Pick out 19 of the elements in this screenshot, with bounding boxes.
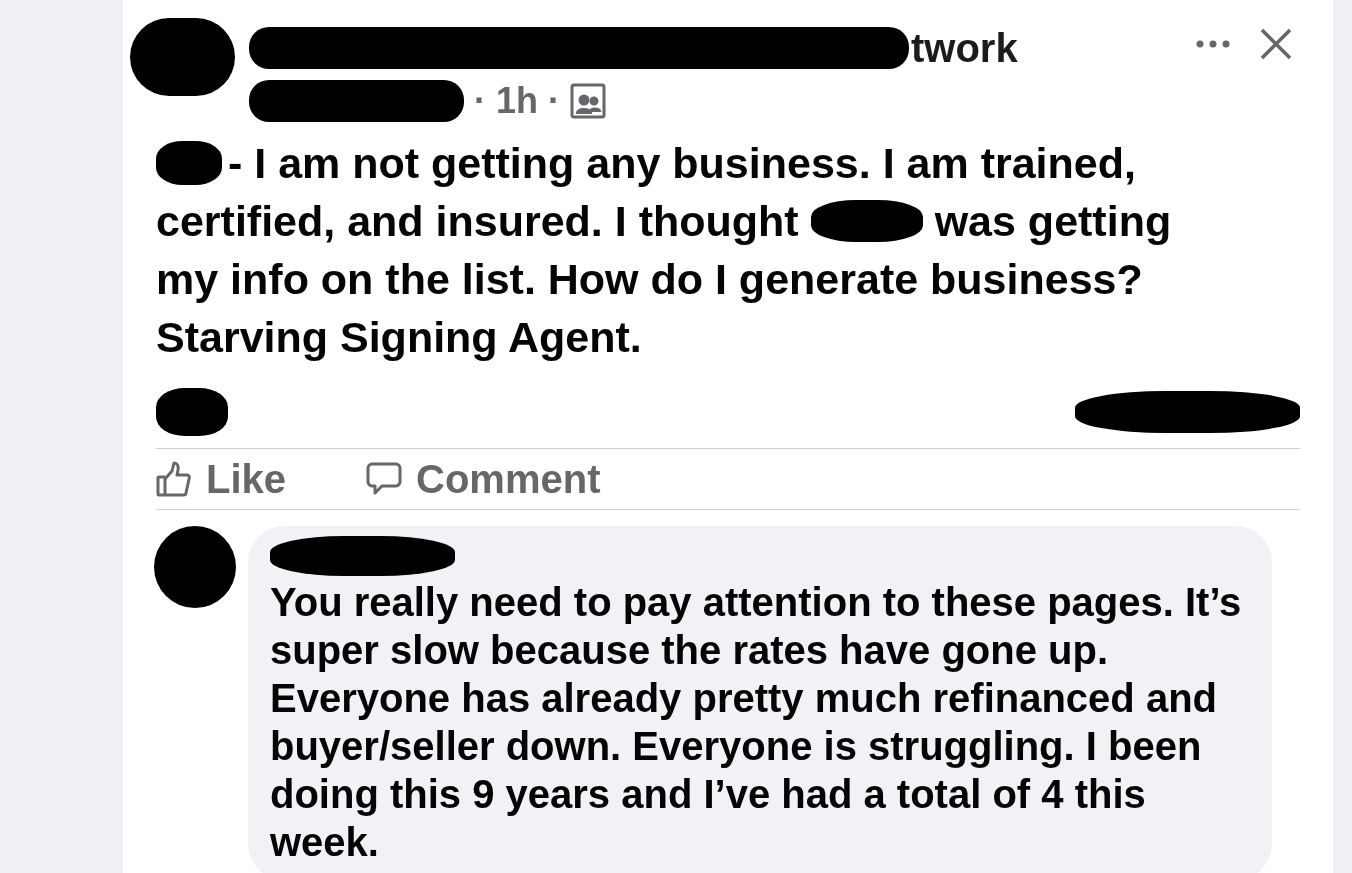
separator: ·: [548, 79, 560, 123]
post-text: certified, and insured. I thought: [156, 196, 799, 247]
comment-button[interactable]: Comment: [366, 449, 601, 509]
comment-text: You really need to pay attention to these pages. It’s super slow because the rates have gone up. Everyone has already pretty much refinanced and buyer/seller down. Everyone is struggling. I been doing this 9 years and I’ve had a total of 4 this week.: [270, 579, 1243, 866]
more-options-icon[interactable]: [1196, 40, 1230, 48]
group-name: twork: [911, 25, 1018, 72]
redaction-mark: [156, 141, 222, 185]
thumbs-up-icon: [156, 461, 192, 497]
group-members-icon: [570, 83, 606, 119]
speech-bubble-icon: [366, 461, 403, 497]
like-button[interactable]: Like: [156, 449, 287, 509]
close-icon[interactable]: [1260, 28, 1292, 60]
post-text: - I am not getting any business. I am trained,: [228, 138, 1136, 189]
post-text: Starving Signing Agent.: [156, 312, 642, 363]
post-text: my info on the list. How do I generate business?: [156, 254, 1143, 305]
post-time: 1h: [496, 79, 538, 123]
post-text: was getting: [934, 196, 1172, 247]
redaction-mark: [156, 388, 228, 436]
separator: ·: [474, 79, 486, 123]
